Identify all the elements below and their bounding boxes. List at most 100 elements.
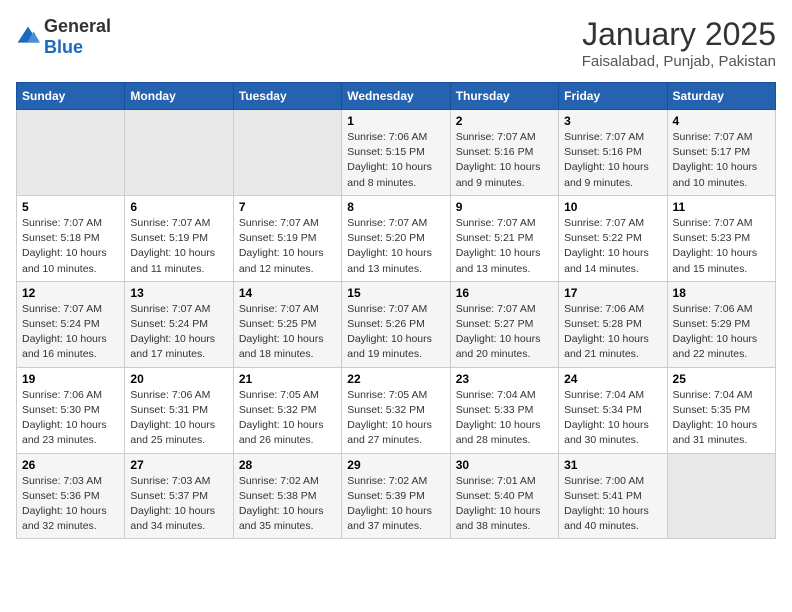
calendar-cell: 28 Sunrise: 7:02 AM Sunset: 5:38 PM Dayli… [233,453,341,539]
day-number: 28 [239,458,336,472]
day-number: 22 [347,372,444,386]
calendar-cell: 15 Sunrise: 7:07 AM Sunset: 5:26 PM Dayli… [342,281,450,367]
day-number: 29 [347,458,444,472]
logo-icon [16,25,40,49]
calendar-cell: 31 Sunrise: 7:00 AM Sunset: 5:41 PM Dayli… [559,453,667,539]
day-number: 17 [564,286,661,300]
day-info: Sunrise: 7:00 AM Sunset: 5:41 PM Dayligh… [564,474,661,535]
calendar-cell: 9 Sunrise: 7:07 AM Sunset: 5:21 PM Daylig… [450,195,558,281]
day-number: 13 [130,286,227,300]
calendar-cell: 2 Sunrise: 7:07 AM Sunset: 5:16 PM Daylig… [450,110,558,196]
calendar-cell: 4Sunrise: 7:07 AM Sunset: 5:17 PM Daylig… [667,110,775,196]
day-info: Sunrise: 7:07 AM Sunset: 5:20 PM Dayligh… [347,216,444,277]
day-number: 3 [564,114,661,128]
weekday-header: Wednesday [342,83,450,110]
day-info: Sunrise: 7:07 AM Sunset: 5:24 PM Dayligh… [130,302,227,363]
calendar-cell: 19 Sunrise: 7:06 AM Sunset: 5:30 PM Dayli… [17,367,125,453]
day-info: Sunrise: 7:05 AM Sunset: 5:32 PM Dayligh… [239,388,336,449]
day-number: 31 [564,458,661,472]
day-info: Sunrise: 7:07 AM Sunset: 5:19 PM Dayligh… [130,216,227,277]
calendar-cell [667,453,775,539]
day-info: Sunrise: 7:07 AM Sunset: 5:19 PM Dayligh… [239,216,336,277]
day-info: Sunrise: 7:07 AM Sunset: 5:16 PM Dayligh… [564,130,661,191]
weekday-header: Saturday [667,83,775,110]
logo-general: General [44,16,111,36]
day-number: 2 [456,114,553,128]
calendar-cell: 10Sunrise: 7:07 AM Sunset: 5:22 PM Dayli… [559,195,667,281]
day-number: 27 [130,458,227,472]
day-info: Sunrise: 7:06 AM Sunset: 5:30 PM Dayligh… [22,388,119,449]
day-info: Sunrise: 7:03 AM Sunset: 5:37 PM Dayligh… [130,474,227,535]
day-info: Sunrise: 7:03 AM Sunset: 5:36 PM Dayligh… [22,474,119,535]
calendar-cell: 14Sunrise: 7:07 AM Sunset: 5:25 PM Dayli… [233,281,341,367]
calendar-cell: 21Sunrise: 7:05 AM Sunset: 5:32 PM Dayli… [233,367,341,453]
day-info: Sunrise: 7:01 AM Sunset: 5:40 PM Dayligh… [456,474,553,535]
day-number: 30 [456,458,553,472]
calendar-week-row: 26Sunrise: 7:03 AM Sunset: 5:36 PM Dayli… [17,453,776,539]
calendar-title: January 2025 [582,16,776,53]
calendar-cell: 20Sunrise: 7:06 AM Sunset: 5:31 PM Dayli… [125,367,233,453]
calendar-cell: 30 Sunrise: 7:01 AM Sunset: 5:40 PM Dayli… [450,453,558,539]
day-number: 9 [456,200,553,214]
calendar-cell: 18Sunrise: 7:06 AM Sunset: 5:29 PM Dayli… [667,281,775,367]
weekday-header: Tuesday [233,83,341,110]
calendar-week-row: 19 Sunrise: 7:06 AM Sunset: 5:30 PM Dayli… [17,367,776,453]
calendar-week-row: 1Sunrise: 7:06 AM Sunset: 5:15 PM Daylig… [17,110,776,196]
day-info: Sunrise: 7:07 AM Sunset: 5:25 PM Dayligh… [239,302,336,363]
calendar-cell: 29 Sunrise: 7:02 AM Sunset: 5:39 PM Dayli… [342,453,450,539]
day-info: Sunrise: 7:07 AM Sunset: 5:17 PM Dayligh… [673,130,770,191]
day-number: 6 [130,200,227,214]
weekday-header: Sunday [17,83,125,110]
day-info: Sunrise: 7:02 AM Sunset: 5:39 PM Dayligh… [347,474,444,535]
calendar-cell: 24Sunrise: 7:04 AM Sunset: 5:34 PM Dayli… [559,367,667,453]
calendar-cell: 1Sunrise: 7:06 AM Sunset: 5:15 PM Daylig… [342,110,450,196]
calendar-subtitle: Faisalabad, Punjab, Pakistan [582,53,776,70]
calendar-cell: 13 Sunrise: 7:07 AM Sunset: 5:24 PM Dayli… [125,281,233,367]
calendar-cell: 27 Sunrise: 7:03 AM Sunset: 5:37 PM Dayli… [125,453,233,539]
calendar-cell: 17 Sunrise: 7:06 AM Sunset: 5:28 PM Dayli… [559,281,667,367]
day-info: Sunrise: 7:06 AM Sunset: 5:29 PM Dayligh… [673,302,770,363]
day-info: Sunrise: 7:07 AM Sunset: 5:16 PM Dayligh… [456,130,553,191]
day-info: Sunrise: 7:07 AM Sunset: 5:18 PM Dayligh… [22,216,119,277]
calendar-cell: 23 Sunrise: 7:04 AM Sunset: 5:33 PM Dayli… [450,367,558,453]
day-info: Sunrise: 7:07 AM Sunset: 5:21 PM Dayligh… [456,216,553,277]
calendar-cell: 5 Sunrise: 7:07 AM Sunset: 5:18 PM Daylig… [17,195,125,281]
calendar-cell: 25 Sunrise: 7:04 AM Sunset: 5:35 PM Dayli… [667,367,775,453]
day-number: 10 [564,200,661,214]
day-number: 25 [673,372,770,386]
calendar-cell: 11 Sunrise: 7:07 AM Sunset: 5:23 PM Dayli… [667,195,775,281]
calendar-cell [233,110,341,196]
day-number: 16 [456,286,553,300]
day-info: Sunrise: 7:06 AM Sunset: 5:28 PM Dayligh… [564,302,661,363]
day-number: 7 [239,200,336,214]
day-info: Sunrise: 7:07 AM Sunset: 5:26 PM Dayligh… [347,302,444,363]
weekday-header-row: SundayMondayTuesdayWednesdayThursdayFrid… [17,83,776,110]
weekday-header: Friday [559,83,667,110]
day-number: 11 [673,200,770,214]
day-info: Sunrise: 7:02 AM Sunset: 5:38 PM Dayligh… [239,474,336,535]
day-info: Sunrise: 7:07 AM Sunset: 5:27 PM Dayligh… [456,302,553,363]
day-info: Sunrise: 7:07 AM Sunset: 5:23 PM Dayligh… [673,216,770,277]
page-header: General Blue January 2025 Faisalabad, Pu… [16,16,776,70]
calendar-cell: 6 Sunrise: 7:07 AM Sunset: 5:19 PM Daylig… [125,195,233,281]
calendar-week-row: 12 Sunrise: 7:07 AM Sunset: 5:24 PM Dayli… [17,281,776,367]
day-info: Sunrise: 7:04 AM Sunset: 5:35 PM Dayligh… [673,388,770,449]
calendar-cell: 8 Sunrise: 7:07 AM Sunset: 5:20 PM Daylig… [342,195,450,281]
day-number: 5 [22,200,119,214]
calendar-cell: 16 Sunrise: 7:07 AM Sunset: 5:27 PM Dayli… [450,281,558,367]
day-number: 12 [22,286,119,300]
day-number: 15 [347,286,444,300]
weekday-header: Monday [125,83,233,110]
calendar-cell [125,110,233,196]
logo-text: General Blue [44,16,111,58]
calendar-cell: 22Sunrise: 7:05 AM Sunset: 5:32 PM Dayli… [342,367,450,453]
day-number: 8 [347,200,444,214]
logo-blue: Blue [44,37,83,57]
calendar-cell: 7 Sunrise: 7:07 AM Sunset: 5:19 PM Daylig… [233,195,341,281]
day-info: Sunrise: 7:04 AM Sunset: 5:34 PM Dayligh… [564,388,661,449]
calendar-table: SundayMondayTuesdayWednesdayThursdayFrid… [16,82,776,539]
day-number: 19 [22,372,119,386]
day-number: 23 [456,372,553,386]
calendar-cell: 3 Sunrise: 7:07 AM Sunset: 5:16 PM Daylig… [559,110,667,196]
day-info: Sunrise: 7:04 AM Sunset: 5:33 PM Dayligh… [456,388,553,449]
